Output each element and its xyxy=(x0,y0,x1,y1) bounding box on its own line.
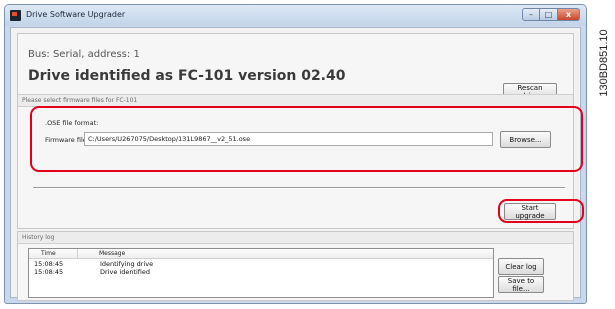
log-time: 15:08:45 xyxy=(34,260,64,268)
drive-identified-text: Drive identified as FC-101 version 02.40 xyxy=(28,68,346,84)
divider xyxy=(33,187,565,189)
maximize-icon[interactable]: □ xyxy=(540,8,558,21)
log-message: Identifying drive xyxy=(100,260,154,268)
history-section: History log Time Message 15:08:45 Identi… xyxy=(17,231,574,301)
firmware-file-input[interactable] xyxy=(84,132,493,146)
browse-button[interactable]: Browse... xyxy=(500,131,551,148)
upgrader-window: Drive Software Upgrader – □ x Bus: Seria… xyxy=(4,4,587,304)
window-controls: – □ x xyxy=(522,8,580,22)
message-column-header[interactable]: Message xyxy=(99,250,125,257)
log-row[interactable]: 15:08:45 Drive identified xyxy=(29,268,493,276)
time-column-header[interactable]: Time xyxy=(41,250,56,257)
start-upgrade-button[interactable]: Start upgrade xyxy=(504,203,556,220)
bus-status: Bus: Serial, address: 1 xyxy=(28,49,140,60)
clear-log-button[interactable]: Clear log xyxy=(498,258,544,275)
drive-section: Bus: Serial, address: 1 Drive identified… xyxy=(17,33,584,229)
firmware-file-label: Firmware file: xyxy=(45,136,89,144)
figure-code-text: 130BD851.10 xyxy=(598,29,610,97)
history-log-list[interactable]: Time Message 15:08:45 Identifying drive … xyxy=(28,248,494,298)
format-label: .OSE file format: xyxy=(45,119,99,127)
log-row[interactable]: 15:08:45 Identifying drive xyxy=(29,260,493,268)
log-message: Drive identified xyxy=(100,268,151,276)
client-area: Bus: Serial, address: 1 Drive identified… xyxy=(10,27,584,301)
history-header: History log xyxy=(18,232,573,244)
column-separator xyxy=(77,249,78,258)
save-to-file-button[interactable]: Save to file... xyxy=(498,276,544,293)
log-time: 15:08:45 xyxy=(34,268,64,276)
title-bar: Drive Software Upgrader – □ x xyxy=(5,5,586,26)
close-icon[interactable]: x xyxy=(558,8,580,21)
window-title: Drive Software Upgrader xyxy=(26,10,126,19)
figure-code: 130BD851.10 xyxy=(594,10,612,120)
minimize-icon[interactable]: – xyxy=(522,8,540,21)
app-icon xyxy=(10,10,21,21)
log-column-header: Time Message xyxy=(29,249,493,259)
